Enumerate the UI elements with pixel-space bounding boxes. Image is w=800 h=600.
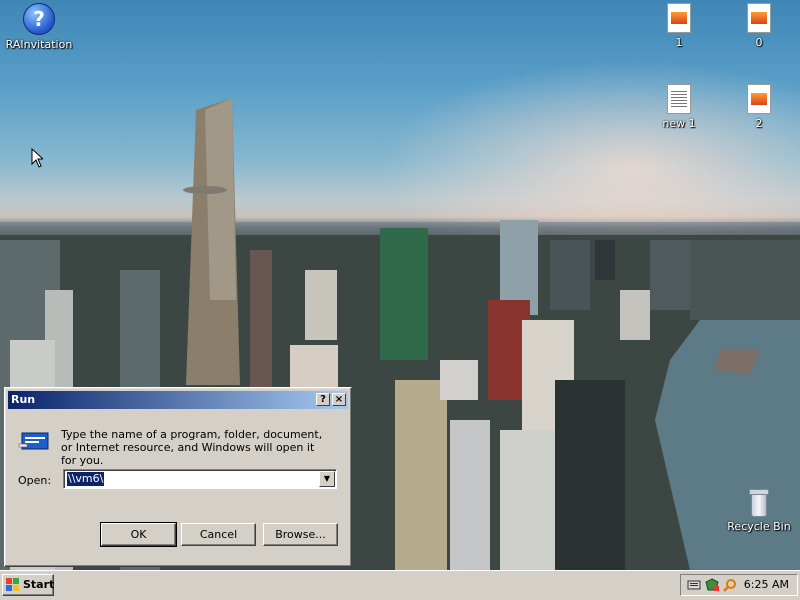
- open-combobox[interactable]: \\vm6\ ▼: [63, 469, 337, 489]
- open-label: Open:: [18, 474, 52, 487]
- run-dialog-titlebar[interactable]: Run ? ×: [8, 391, 348, 409]
- start-button[interactable]: Start: [2, 574, 54, 596]
- run-dialog-title: Run: [11, 393, 36, 406]
- mouse-pointer-icon: [31, 148, 43, 168]
- network-icon[interactable]: [687, 578, 701, 592]
- desktop-icon-label: 0: [755, 36, 763, 49]
- browse-button[interactable]: Browse...: [263, 523, 338, 546]
- document-icon: [747, 84, 771, 114]
- run-dialog-description: Type the name of a program, folder, docu…: [61, 428, 323, 467]
- taskbar: Start 6:25 AM: [0, 570, 800, 600]
- desktop-icon-label: 2: [755, 117, 763, 130]
- document-icon: [747, 3, 771, 33]
- windows-logo-icon: [6, 578, 19, 591]
- desktop-icon-label: 1: [675, 36, 683, 49]
- run-dialog: Run ? × Type the name of a program, fold…: [4, 387, 352, 567]
- cancel-button[interactable]: Cancel: [181, 523, 256, 546]
- help-button[interactable]: ?: [316, 393, 330, 406]
- system-tray: 6:25 AM: [680, 574, 798, 596]
- help-icon: ?: [23, 3, 55, 35]
- desktop-icon-new-1[interactable]: new 1: [641, 84, 717, 130]
- chevron-down-icon[interactable]: ▼: [319, 471, 335, 487]
- text-document-icon: [667, 84, 691, 114]
- open-input[interactable]: \\vm6\: [67, 472, 105, 486]
- desktop-icon-label: Recycle Bin: [727, 520, 791, 533]
- desktop-icon-label: new 1: [662, 117, 696, 130]
- start-label: Start: [23, 578, 55, 591]
- desktop-icon-label: RAInvitation: [5, 38, 73, 51]
- document-icon: [667, 3, 691, 33]
- ok-button[interactable]: OK: [100, 522, 177, 547]
- desktop-icon-recycle-bin[interactable]: Recycle Bin: [721, 489, 797, 533]
- desktop-icon-file-2[interactable]: 2: [721, 84, 797, 130]
- run-program-icon: [18, 432, 49, 450]
- desktop-icon-rainvitation[interactable]: ? RAInvitation: [1, 3, 77, 51]
- desktop-icon-file-0[interactable]: 0: [721, 3, 797, 49]
- recycle-bin-icon: [748, 489, 770, 517]
- desktop-icon-file-1[interactable]: 1: [641, 3, 717, 49]
- taskbar-clock[interactable]: 6:25 AM: [744, 578, 789, 591]
- search-icon[interactable]: [723, 578, 737, 592]
- close-button[interactable]: ×: [332, 393, 346, 406]
- security-icon[interactable]: [705, 578, 719, 592]
